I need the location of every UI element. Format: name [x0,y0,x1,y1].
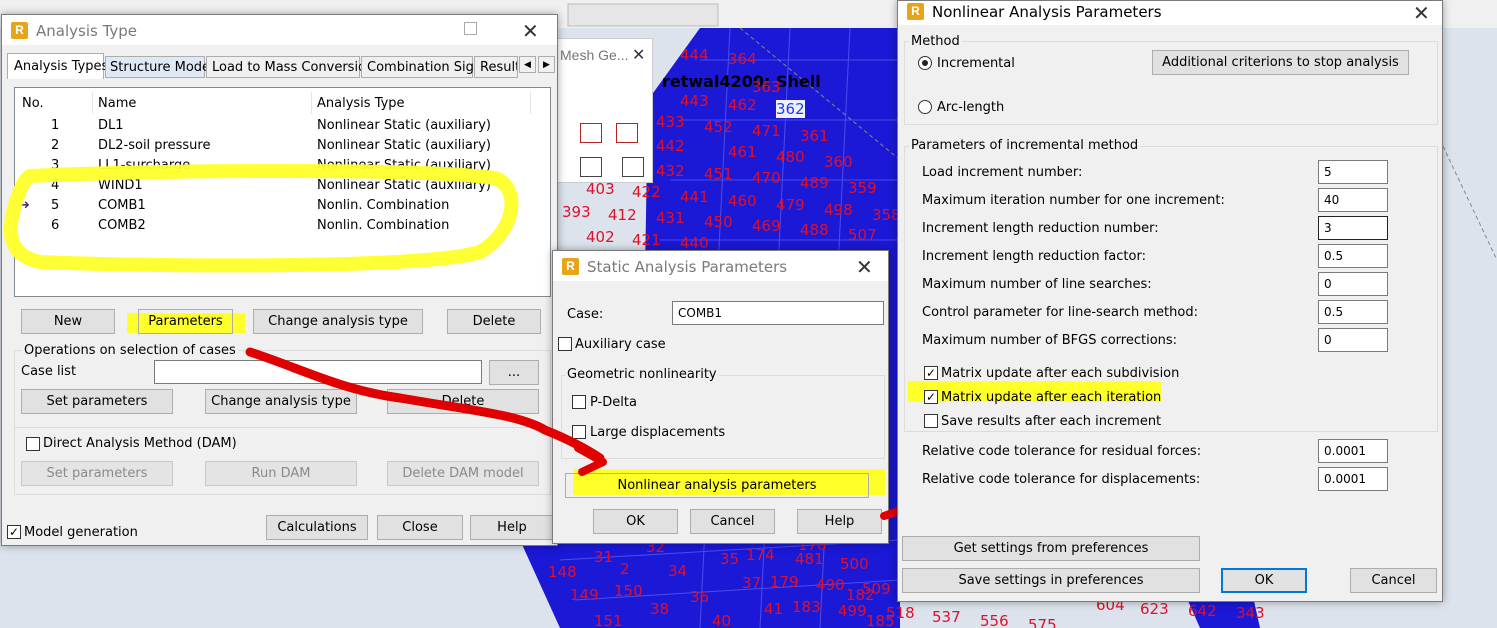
tolerance-input[interactable]: 0.0001 [1318,439,1388,463]
field-input[interactable]: 0 [1318,272,1388,296]
field-input[interactable]: 0.5 [1318,300,1388,324]
field-label: Control parameter for line-search method… [922,305,1198,320]
nonlinear-analysis-window: R Nonlinear Analysis Parameters ✕ Method… [897,0,1443,602]
additional-criterions-button[interactable]: Additional criterions to stop analysis [1152,50,1409,75]
field-input[interactable]: 0 [1318,328,1388,352]
incremental-radio[interactable] [918,56,932,70]
get-settings-from-preferences-button[interactable]: Get settings from preferences [902,536,1200,561]
save-settings-in-preferences-button[interactable]: Save settings in preferences [902,568,1200,593]
cancel-button[interactable]: Cancel [1350,568,1437,593]
window-title: Nonlinear Analysis Parameters [932,3,1162,21]
method-label: Method [909,34,962,49]
arc-length-radio[interactable] [918,100,932,114]
tolerance-label: Relative code tolerance for residual for… [922,444,1202,459]
option-checkbox[interactable]: ✓ [924,390,938,404]
option-checkbox[interactable]: ✓ [924,366,938,380]
field-label: Maximum number of line searches: [922,277,1152,292]
field-input[interactable]: 0.5 [1318,244,1388,268]
option-checkbox[interactable] [924,414,938,428]
robot-logo-icon: R [907,3,924,20]
field-label: Maximum number of BFGS corrections: [922,333,1178,348]
field-input[interactable]: 5 [1318,160,1388,184]
tolerance-label: Relative code tolerance for displacement… [922,472,1201,487]
field-label: Increment length reduction number: [922,221,1159,236]
tolerance-input[interactable]: 0.0001 [1318,467,1388,491]
option-label: Matrix update after each subdivision [941,366,1180,381]
field-label: Increment length reduction factor: [922,249,1146,264]
option-label: Save results after each increment [941,414,1162,429]
ok-button[interactable]: OK [1221,568,1307,593]
close-icon[interactable]: ✕ [1413,1,1430,25]
arc-length-label: Arc-length [937,100,1005,115]
incremental-label: Incremental [937,56,1015,71]
field-label: Load increment number: [922,165,1083,180]
field-input[interactable]: 3 [1318,216,1388,240]
field-input[interactable]: 40 [1318,188,1388,212]
field-label: Maximum iteration number for one increme… [922,193,1225,208]
incremental-params-label: Parameters of incremental method [909,138,1141,153]
option-label: Matrix update after each iteration [941,390,1162,405]
